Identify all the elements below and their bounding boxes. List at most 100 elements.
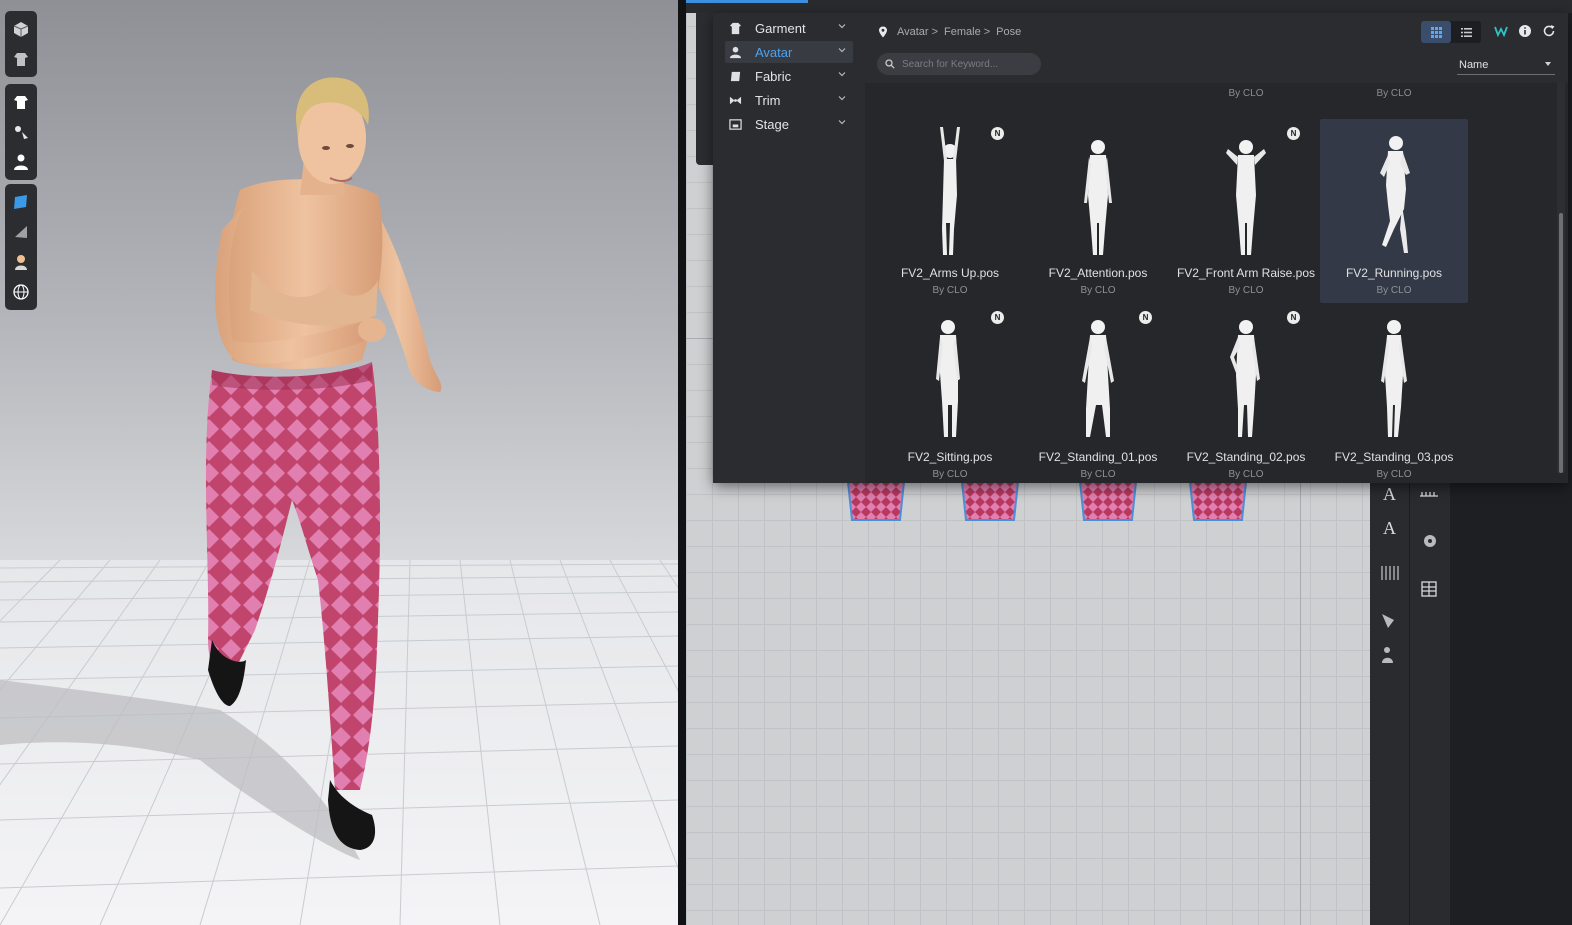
category-fabric[interactable]: Fabric <box>725 65 853 87</box>
chevron-down-icon <box>838 48 846 53</box>
library-window: Garment Avatar Fabric Trim Stage Avatar … <box>713 13 1568 483</box>
location-pin-icon <box>879 26 887 38</box>
pose-name: FV2_Sitting.pos <box>907 450 993 464</box>
3d-viewport[interactable] <box>0 0 678 925</box>
garment-view-icon[interactable] <box>5 44 37 74</box>
breadcrumb-separator: > <box>931 26 939 38</box>
sort-label: Name <box>1459 58 1489 71</box>
avatar-icon[interactable] <box>5 147 37 177</box>
category-trim[interactable]: Trim <box>725 89 853 111</box>
pose-author: By CLO <box>1228 469 1264 480</box>
breadcrumb-female[interactable]: Female <box>944 26 981 38</box>
scrollbar[interactable] <box>1557 83 1565 473</box>
pose-author: By CLO <box>1080 469 1116 480</box>
search-input[interactable] <box>902 58 1032 70</box>
pose-item[interactable]: N FV2_Arms Up.pos By CLO <box>876 119 1024 303</box>
material-icon[interactable] <box>5 217 37 247</box>
pose-item[interactable]: N FV2_Sitting.pos By CLO <box>876 303 1024 483</box>
breadcrumb-pose[interactable]: Pose <box>996 26 1021 38</box>
pose-thumbnail <box>1082 320 1114 437</box>
pose-item[interactable]: N FV2_Standing_02.pos By CLO <box>1172 303 1320 483</box>
dropdown-caret-icon <box>1545 62 1551 66</box>
zipper-icon[interactable] <box>1412 574 1446 604</box>
arrangement-icon[interactable] <box>1373 606 1407 636</box>
avatar-figure[interactable] <box>0 0 678 925</box>
new-badge: N <box>991 311 1004 324</box>
pattern-piece[interactable] <box>846 482 906 522</box>
breadcrumb-avatar[interactable]: Avatar <box>897 26 929 38</box>
chevron-down-icon <box>838 96 846 101</box>
pose-name: FV2_Front Arm Raise.pos <box>1176 266 1316 280</box>
pattern-piece[interactable] <box>1078 482 1138 522</box>
viewport-divider[interactable] <box>678 0 686 925</box>
pose-name: FV2_Standing_01.pos <box>1038 450 1158 464</box>
partial-item-by: By CLO <box>1228 88 1264 99</box>
search-icon <box>885 59 895 69</box>
pose-author: By CLO <box>932 285 968 296</box>
scroll-thumb[interactable] <box>1559 213 1563 473</box>
breadcrumb: Avatar > Female > Pose <box>877 26 1021 38</box>
trim-icon <box>728 93 742 107</box>
grainline-icon[interactable] <box>1373 558 1407 588</box>
pose-thumbnail <box>1380 136 1410 253</box>
button-tool-icon[interactable] <box>1412 526 1446 556</box>
pose-name: FV2_Attention.pos <box>1048 266 1148 280</box>
breadcrumb-separator: > <box>983 26 991 38</box>
3d-toolbar-bottom <box>5 184 37 310</box>
text-edit-icon[interactable]: A <box>1373 512 1407 542</box>
pose-item[interactable]: FV2_Running.pos By CLO <box>1320 119 1468 303</box>
globe-icon[interactable] <box>5 277 37 307</box>
stage-icon <box>728 117 742 131</box>
pose-author: By CLO <box>1080 285 1116 296</box>
3d-toolbar-middle <box>5 84 37 180</box>
pins-icon[interactable] <box>5 117 37 147</box>
3d-toolbar-top <box>5 11 37 77</box>
pose-item[interactable]: N FV2_Front Arm Raise.pos By CLO <box>1172 119 1320 303</box>
svg-text:A: A <box>1383 518 1396 538</box>
pose-thumbnail <box>1230 320 1260 437</box>
pose-item[interactable]: N FV2_Standing_01.pos By CLO <box>1024 303 1172 483</box>
category-stage[interactable]: Stage <box>725 113 853 135</box>
library-sidebar: Garment Avatar Fabric Trim Stage <box>713 13 865 483</box>
view-mode-toggle <box>1421 21 1481 43</box>
new-badge: N <box>1287 127 1300 140</box>
pose-thumbnail <box>940 127 960 255</box>
pose-author: By CLO <box>1376 469 1412 480</box>
category-avatar[interactable]: Avatar <box>725 41 853 63</box>
chevron-down-icon <box>838 72 846 77</box>
info-icon[interactable] <box>1518 24 1532 38</box>
pose-item[interactable]: FV2_Attention.pos By CLO <box>1024 119 1172 303</box>
new-badge: N <box>1287 311 1300 324</box>
pattern-piece[interactable] <box>1188 482 1248 522</box>
list-icon <box>1460 27 1472 37</box>
shirt-icon <box>728 21 742 35</box>
shirt-icon[interactable] <box>5 87 37 117</box>
pose-author: By CLO <box>932 469 968 480</box>
grid-view-button[interactable] <box>1421 21 1451 43</box>
fabric-icon <box>728 69 742 83</box>
search-box[interactable] <box>877 53 1041 75</box>
pose-thumbnail <box>1381 320 1407 437</box>
pose-name: FV2_Arms Up.pos <box>900 266 1000 280</box>
sort-dropdown[interactable]: Name <box>1457 55 1555 75</box>
list-view-button[interactable] <box>1451 21 1481 43</box>
avatar-pose-icon[interactable] <box>1373 640 1407 670</box>
clo-set-icon[interactable] <box>1494 24 1508 38</box>
fabric-swatch-icon[interactable] <box>5 187 37 217</box>
new-badge: N <box>991 127 1004 140</box>
pose-thumbnail <box>1084 140 1112 255</box>
category-garment[interactable]: Garment <box>725 17 853 39</box>
pose-item[interactable]: FV2_Standing_03.pos By CLO <box>1320 303 1468 483</box>
pose-author: By CLO <box>1376 285 1412 296</box>
pose-name: FV2_Running.pos <box>1345 266 1443 280</box>
skin-icon[interactable] <box>5 247 37 277</box>
svg-text:A: A <box>1383 484 1396 504</box>
measure-icon[interactable] <box>1412 480 1446 510</box>
refresh-icon[interactable] <box>1542 24 1556 38</box>
pattern-piece[interactable] <box>960 482 1020 522</box>
cube-icon[interactable] <box>5 14 37 44</box>
active-tab-indicator <box>686 0 808 3</box>
pose-name: FV2_Standing_02.pos <box>1186 450 1306 464</box>
library-grid: By CLO By CLO N FV2_Arms Up.pos By CLO FV2_… <box>865 83 1551 483</box>
library-header: Avatar > Female > Pose Name <box>865 13 1568 83</box>
